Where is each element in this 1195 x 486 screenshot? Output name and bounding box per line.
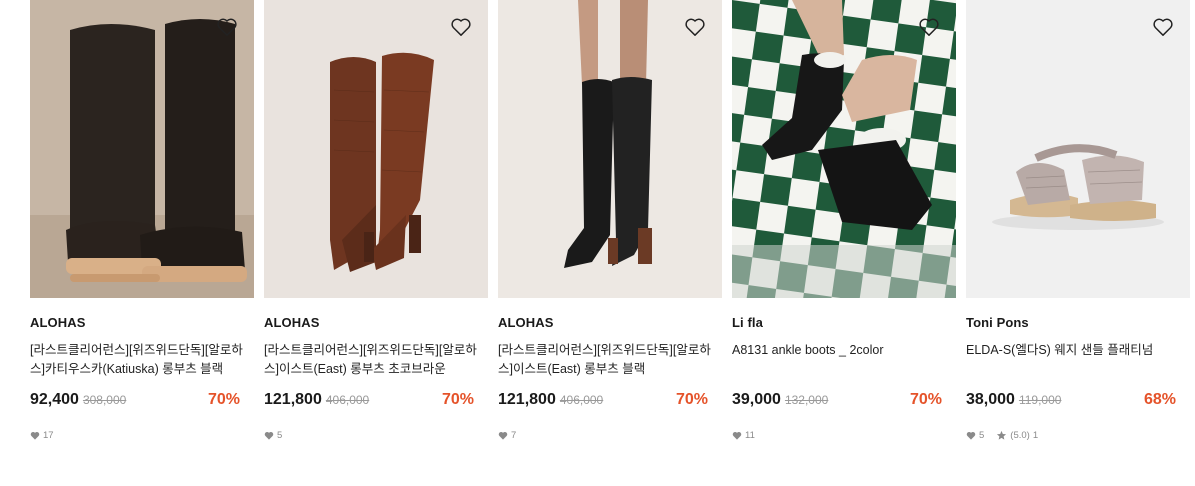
discount-rate: 68% (1143, 391, 1176, 408)
heart-outline-icon (217, 18, 237, 36)
heart-outline-icon (1153, 18, 1173, 36)
wishlist-button[interactable] (1150, 14, 1176, 40)
like-count: 5 (979, 429, 985, 441)
heart-filled-icon (732, 431, 742, 440)
product-image[interactable] (498, 0, 722, 298)
product-name[interactable]: [라스트클리어런스][위즈위드단독][알로하스]이스트(East) 롱부츠 초코… (264, 341, 488, 379)
sale-price: 121,800 (498, 391, 556, 408)
original-price: 406,000 (559, 393, 604, 407)
product-name[interactable]: A8131 ankle boots _ 2color (732, 341, 956, 379)
heart-filled-icon (30, 431, 40, 440)
like-count: 17 (43, 429, 54, 441)
like-count: 5 (277, 429, 283, 441)
original-price: 406,000 (325, 393, 370, 407)
heart-outline-icon (919, 18, 939, 36)
product-meta: 11 (732, 428, 956, 442)
original-price: 132,000 (784, 393, 829, 407)
heart-outline-icon (451, 18, 471, 36)
product-name[interactable]: [라스트클리어런스][위즈위드단독][알로하스]이스트(East) 롱부츠 블랙 (498, 341, 722, 379)
product-meta: 7 (498, 428, 722, 442)
product-image[interactable] (30, 0, 254, 298)
brand-name[interactable]: Li fla (732, 315, 956, 333)
wishlist-button[interactable] (214, 14, 240, 40)
wishlist-button[interactable] (448, 14, 474, 40)
sale-price: 121,800 (264, 391, 322, 408)
product-image[interactable] (966, 0, 1190, 298)
discount-rate: 70% (675, 391, 708, 408)
price-row: 121,800 406,000 70% (264, 391, 488, 413)
product-card[interactable]: ALOHAS [라스트클리어런스][위즈위드단독][알로하스]카티우스카(Kat… (30, 0, 254, 442)
brand-name[interactable]: ALOHAS (498, 315, 722, 333)
product-grid: ALOHAS [라스트클리어런스][위즈위드단독][알로하스]카티우스카(Kat… (0, 0, 1195, 486)
sale-price: 92,400 (30, 391, 79, 408)
wishlist-button[interactable] (916, 14, 942, 40)
price-row: 39,000 132,000 70% (732, 391, 956, 413)
product-meta: 5 (264, 428, 488, 442)
heart-filled-icon (264, 431, 274, 440)
brand-name[interactable]: ALOHAS (264, 315, 488, 333)
like-count: 7 (511, 429, 517, 441)
sale-price: 38,000 (966, 391, 1015, 408)
original-price: 308,000 (82, 393, 127, 407)
review-count: 1 (1032, 429, 1039, 441)
price-row: 121,800 406,000 70% (498, 391, 722, 413)
product-photo (264, 0, 488, 298)
like-count: 11 (745, 429, 755, 441)
product-card[interactable]: ALOHAS [라스트클리어런스][위즈위드단독][알로하스]이스트(East)… (498, 0, 722, 442)
sale-price: 39,000 (732, 391, 781, 408)
discount-rate: 70% (909, 391, 942, 408)
product-meta: 5 (5.0) 1 (966, 428, 1190, 442)
product-photo (732, 0, 956, 298)
product-name[interactable]: [라스트클리어런스][위즈위드단독][알로하스]카티우스카(Katiuska) … (30, 341, 254, 379)
product-photo (30, 0, 254, 298)
wishlist-button[interactable] (682, 14, 708, 40)
product-card[interactable]: Li fla A8131 ankle boots _ 2color 39,000… (732, 0, 956, 442)
product-image[interactable] (264, 0, 488, 298)
price-row: 38,000 119,000 68% (966, 391, 1190, 413)
product-name[interactable]: ELDA-S(엘다S) 웨지 샌들 플래티넘 (966, 341, 1190, 379)
heart-filled-icon (498, 431, 508, 440)
product-image[interactable] (732, 0, 956, 298)
product-card[interactable]: Toni Pons ELDA-S(엘다S) 웨지 샌들 플래티넘 38,000 … (966, 0, 1190, 442)
product-photo (966, 0, 1190, 298)
product-card[interactable]: ALOHAS [라스트클리어런스][위즈위드단독][알로하스]이스트(East)… (264, 0, 488, 442)
discount-rate: 70% (207, 391, 240, 408)
discount-rate: 70% (441, 391, 474, 408)
brand-name[interactable]: Toni Pons (966, 315, 1190, 333)
heart-filled-icon (966, 431, 976, 440)
original-price: 119,000 (1018, 393, 1062, 407)
star-icon (996, 430, 1007, 441)
rating-score: (5.0) (1010, 429, 1030, 441)
product-photo (498, 0, 722, 298)
price-row: 92,400 308,000 70% (30, 391, 254, 413)
heart-outline-icon (685, 18, 705, 36)
product-meta: 17 (30, 428, 254, 442)
brand-name[interactable]: ALOHAS (30, 315, 254, 333)
